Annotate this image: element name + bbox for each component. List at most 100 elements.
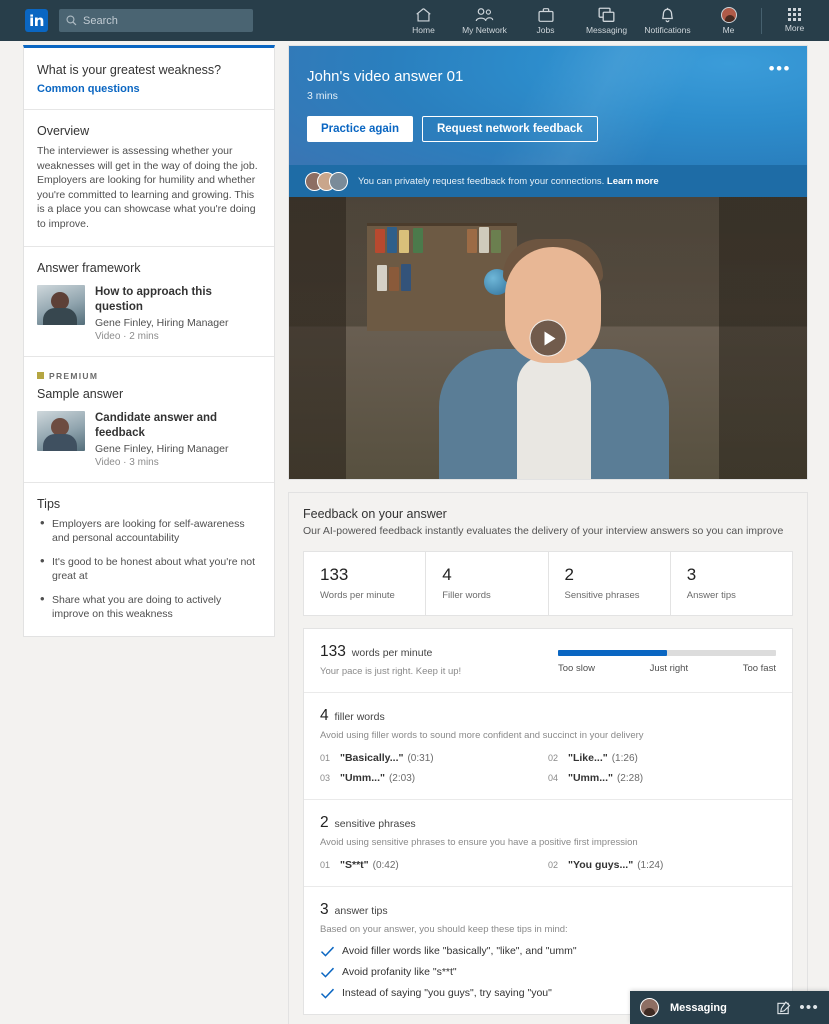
video-player[interactable]: [289, 197, 807, 479]
learn-more-link[interactable]: Learn more: [607, 176, 659, 187]
answer-framework-video-item[interactable]: How to approach this question Gene Finle…: [37, 284, 261, 342]
stat-card-words-per-minute: 133 Words per minute: [304, 552, 427, 615]
network-icon: [475, 7, 494, 21]
feedback-stats-row: 133 Words per minute 4 Filler words 2 Se…: [303, 551, 793, 616]
feedback-panel: Feedback on your answer Our AI-powered f…: [288, 492, 808, 1024]
stat-card-answer-tips: 3 Answer tips: [671, 552, 792, 615]
search-icon: [66, 15, 77, 26]
wpm-section: 133 words per minute Your pace is just r…: [304, 629, 792, 693]
item-timestamp: (2:03): [388, 773, 416, 784]
nav-label: Jobs: [536, 24, 555, 35]
stat-value: 3: [686, 565, 697, 584]
question-detail-card: What is your greatest weakness? Common q…: [23, 45, 275, 637]
filler-words-section: 4 filler words Avoid using filler words …: [304, 693, 792, 800]
nav-item-my-network[interactable]: My Network: [454, 0, 515, 41]
grid-icon: [788, 8, 801, 21]
premium-badge: PREMIUM: [37, 371, 261, 381]
nav-item-me[interactable]: Me: [698, 0, 759, 41]
gauge-label-too-slow: Too slow: [558, 663, 595, 674]
messaging-dock[interactable]: Messaging •••: [630, 991, 829, 1024]
video-thumbnail: [37, 284, 85, 325]
overview-section: Overview The interviewer is assessing wh…: [24, 110, 274, 247]
answer-framework-heading: Answer framework: [37, 260, 141, 275]
video-duration: Video · 2 mins: [95, 330, 159, 342]
briefcase-icon: [537, 7, 554, 22]
video-meta: How to approach this question Gene Finle…: [95, 285, 261, 342]
messaging-label: Messaging: [670, 1001, 727, 1014]
common-questions-link[interactable]: Common questions: [37, 83, 261, 95]
item-timestamp: (0:42): [372, 860, 399, 871]
list-item: Avoid profanity like "s**t": [320, 966, 776, 978]
filler-label: filler words: [331, 711, 385, 723]
item-timestamp: (1:26): [611, 753, 638, 764]
more-options-icon[interactable]: •••: [799, 1000, 819, 1015]
sidebar-column: What is your greatest weakness? Common q…: [23, 45, 275, 1024]
video-thumbnail: [37, 410, 85, 451]
check-icon: [320, 967, 335, 978]
feedback-title: Feedback on your answer: [303, 507, 447, 521]
search-box[interactable]: [59, 9, 253, 32]
question-section: What is your greatest weakness? Common q…: [24, 48, 274, 110]
video-title: Candidate answer and feedback: [95, 411, 218, 439]
linkedin-logo-icon[interactable]: in: [25, 9, 48, 32]
stat-value: 2: [564, 565, 574, 584]
sensitive-phrases-section: 2 sensitive phrases Avoid using sensitiv…: [304, 800, 792, 887]
sensitive-description: Avoid using sensitive phrases to ensure …: [320, 837, 638, 848]
video-author: Gene Finley, Hiring Manager: [95, 316, 229, 329]
answer-tips-count: 3: [320, 901, 329, 918]
list-item: 04 "Umm..." (2:28): [548, 772, 776, 784]
item-phrase: "Umm...": [568, 772, 613, 784]
item-timestamp: (0:31): [407, 753, 434, 764]
item-index: 04: [548, 773, 559, 783]
item-phrase: "Umm...": [340, 772, 385, 784]
sample-answer-section: PREMIUM Sample answer Candidate answer a…: [24, 357, 274, 483]
nav-item-notifications[interactable]: Notifications: [637, 0, 698, 41]
compose-icon-glyph: [777, 1000, 791, 1014]
tip-text: Avoid profanity like "s**t": [342, 966, 457, 978]
list-item: It's good to be honest about what you're…: [37, 554, 261, 584]
practice-again-button[interactable]: Practice again: [307, 116, 413, 142]
nav-label: More: [784, 23, 805, 33]
sensitive-heading: 2 sensitive phrases: [320, 814, 776, 832]
notice-text: You can privately request feedback from …: [358, 176, 659, 187]
stat-value: 4: [442, 565, 452, 584]
filler-items: 01 "Basically..." (0:31) 02 "Like..." (1…: [320, 752, 776, 784]
gauge-label-too-fast: Too fast: [742, 663, 776, 674]
item-index: 02: [548, 753, 559, 763]
premium-label: PREMIUM: [49, 370, 99, 381]
feedback-details: 133 words per minute Your pace is just r…: [303, 628, 793, 1015]
compose-icon[interactable]: [777, 1000, 791, 1015]
sample-answer-heading: Sample answer: [37, 386, 124, 401]
video-header: ••• John's video answer 01 3 mins Practi…: [289, 46, 807, 165]
list-item: 01 "S**t" (0:42): [320, 859, 548, 871]
nav-item-jobs[interactable]: Jobs: [515, 0, 576, 41]
avatar: [640, 998, 659, 1017]
nav-item-home[interactable]: Home: [393, 0, 454, 41]
list-item: Employers are looking for self-awareness…: [37, 516, 261, 546]
item-index: 03: [320, 773, 331, 783]
play-icon[interactable]: [529, 319, 567, 357]
item-timestamp: (1:24): [637, 860, 664, 871]
tips-heading: Tips: [37, 496, 61, 511]
sensitive-count: 2: [320, 814, 329, 831]
stat-label: Answer tips: [686, 590, 736, 601]
nav-label: Messaging: [585, 24, 628, 35]
check-icon: [320, 946, 335, 957]
nav-label: My Network: [462, 24, 507, 35]
item-phrase: "S**t": [340, 859, 369, 871]
home-icon: [416, 7, 431, 22]
stat-card-sensitive-phrases: 2 Sensitive phrases: [549, 552, 671, 615]
list-item: Avoid filler words like "basically", "li…: [320, 945, 776, 957]
nav-item-more[interactable]: More: [764, 0, 825, 41]
nav-item-messaging[interactable]: Messaging: [576, 0, 637, 41]
stat-label: Sensitive phrases: [564, 590, 640, 601]
item-index: 02: [548, 860, 559, 870]
request-network-feedback-button[interactable]: Request network feedback: [421, 116, 598, 142]
main-column: ••• John's video answer 01 3 mins Practi…: [288, 45, 808, 1024]
item-phrase: "Basically...": [340, 752, 404, 764]
sample-answer-video-item[interactable]: Candidate answer and feedback Gene Finle…: [37, 410, 261, 468]
nav-label: Me: [722, 24, 735, 35]
item-phrase: "You guys...": [568, 859, 634, 871]
person-shirt: [517, 355, 591, 479]
search-input[interactable]: [83, 14, 233, 27]
